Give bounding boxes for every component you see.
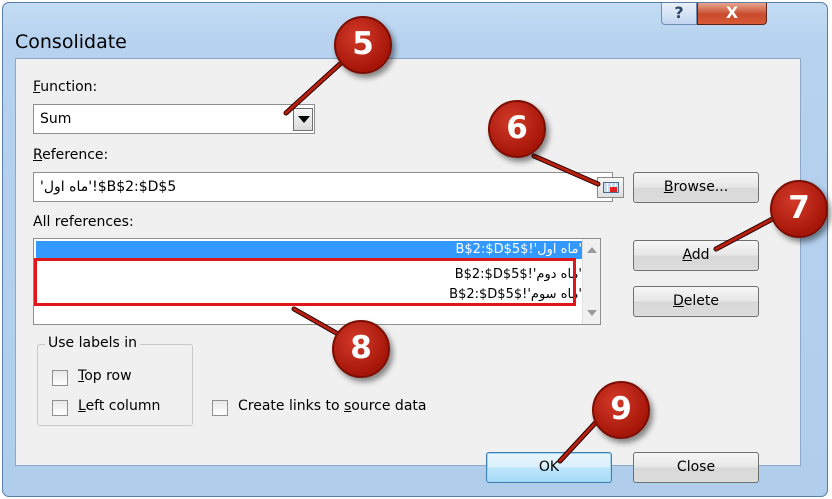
annotation-badge-9: 9	[592, 381, 650, 439]
annotation-badge-6: 6	[488, 100, 546, 158]
annotation-arrows	[283, 61, 783, 464]
annotation-badge-8: 8	[332, 320, 390, 378]
annotation-badge-5: 5	[334, 16, 392, 74]
annotation-badge-7: 7	[770, 180, 828, 238]
